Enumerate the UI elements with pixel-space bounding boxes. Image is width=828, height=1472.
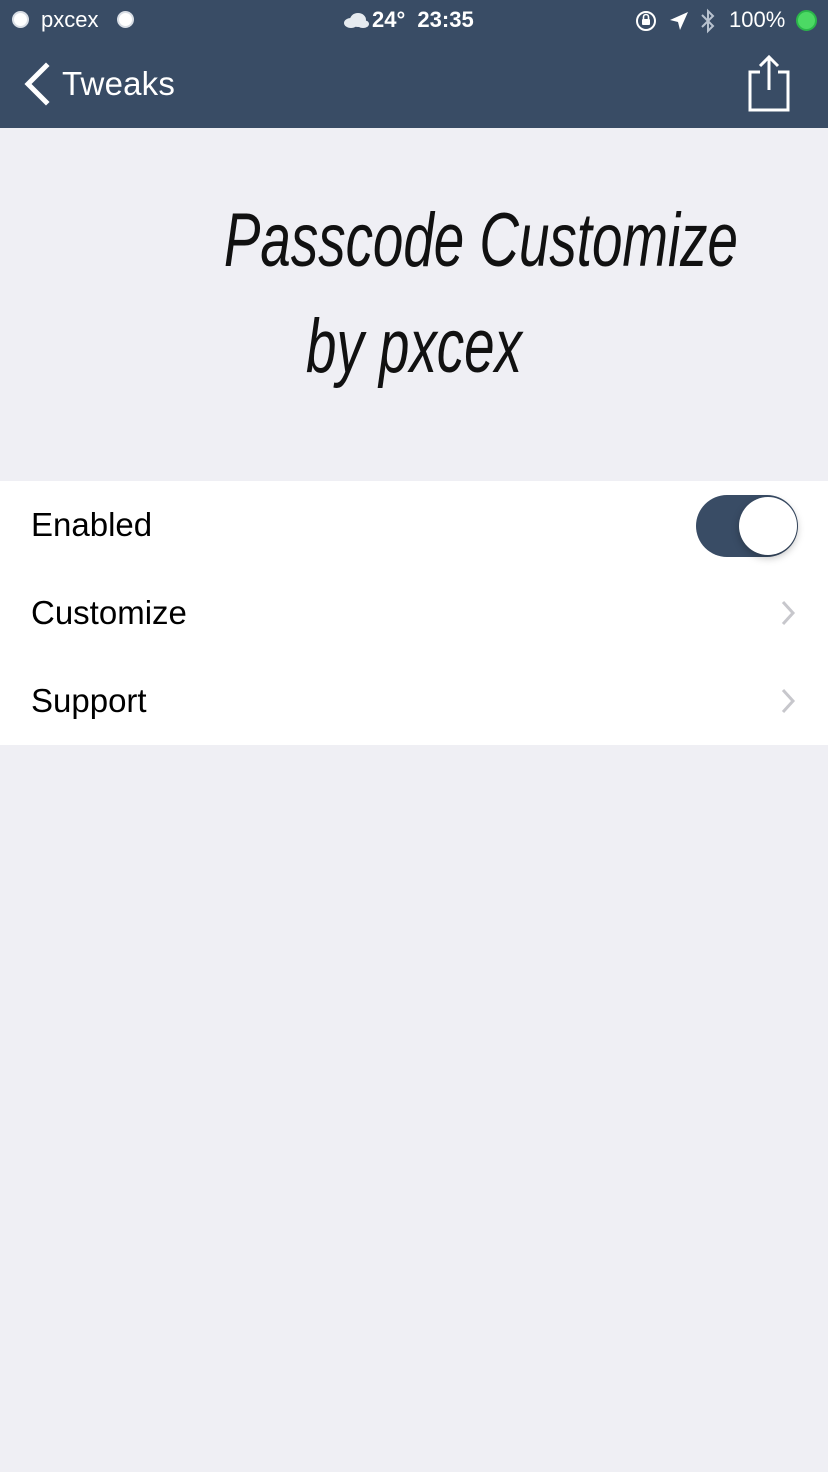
signal-dot-icon (12, 11, 29, 28)
toggle-knob (739, 497, 797, 555)
battery-percent: 100% (729, 7, 786, 32)
banner-title: Passcode Customize by pxcex (223, 188, 738, 401)
location-arrow-icon (670, 12, 688, 30)
chevron-left-icon (24, 62, 50, 106)
weather-temp: 24° (372, 7, 406, 32)
banner-title-line1: Passcode Customize (223, 198, 738, 283)
setting-row-support[interactable]: Support (0, 657, 828, 745)
setting-label-support: Support (31, 682, 147, 719)
rotation-lock-icon (636, 11, 656, 31)
settings-group: Enabled Customize Support (0, 481, 828, 745)
carrier-name: pxcex (41, 7, 99, 32)
setting-label-enabled: Enabled (31, 506, 153, 543)
battery-indicator (796, 10, 817, 31)
chevron-right-icon (781, 688, 796, 714)
weather-time: 24° 23:35 (340, 7, 474, 33)
navigation-bar: Tweaks (0, 40, 828, 128)
back-button[interactable]: Tweaks (22, 60, 175, 108)
bluetooth-icon (701, 8, 715, 34)
enabled-toggle[interactable] (696, 495, 798, 557)
status-bar: pxcex 24° 23:35 100% (0, 0, 828, 40)
share-icon[interactable] (746, 54, 792, 112)
banner-title-line2: by pxcex (306, 304, 522, 390)
tweak-banner: Passcode Customize by pxcex (0, 128, 828, 481)
setting-row-enabled: Enabled (0, 481, 828, 569)
back-label: Tweaks (62, 65, 176, 102)
signal-dot-icon (117, 11, 134, 28)
status-time: 23:35 (417, 7, 474, 32)
chevron-right-icon (781, 600, 796, 626)
top-bar: pxcex 24° 23:35 100% Tweaks (0, 0, 828, 128)
setting-row-customize[interactable]: Customize (0, 569, 828, 657)
setting-label-customize: Customize (31, 594, 187, 631)
